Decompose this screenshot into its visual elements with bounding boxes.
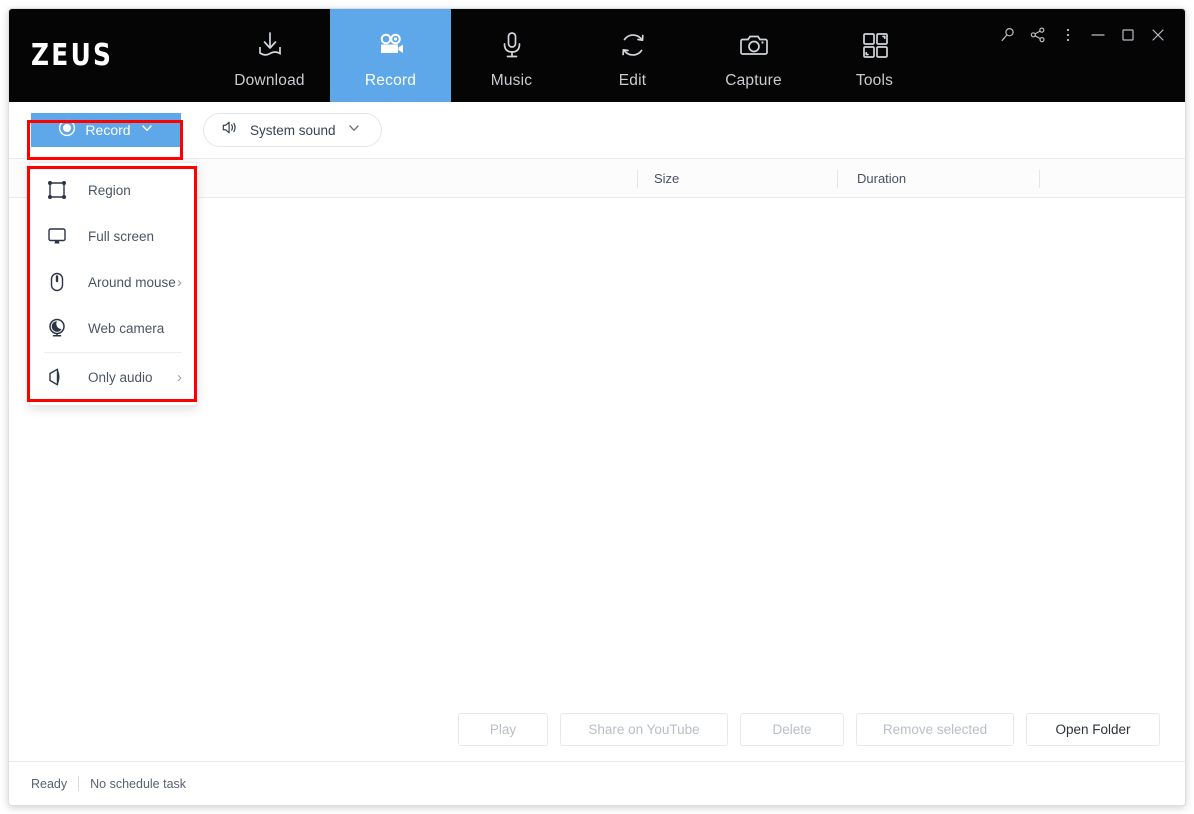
open-folder-button[interactable]: Open Folder: [1026, 712, 1160, 746]
microphone-icon: [494, 25, 530, 65]
column-divider: [837, 170, 838, 188]
column-header-duration[interactable]: Duration: [857, 171, 906, 186]
refresh-icon: [615, 25, 651, 65]
audio-source-label: System sound: [250, 122, 336, 138]
menu-item-around-mouse[interactable]: Around mouse ›: [30, 259, 196, 305]
camera-icon: [736, 25, 772, 65]
action-button-bar: Play Share on YouTube Delete Remove sele…: [9, 697, 1185, 761]
menu-item-label: Only audio: [88, 369, 153, 385]
menu-item-label: Around mouse: [88, 274, 176, 290]
menu-item-region[interactable]: Region: [30, 167, 196, 213]
record-dot-icon: [58, 119, 76, 142]
main-navigation: Download Record Music Edit Capture Tools: [209, 9, 935, 102]
delete-button[interactable]: Delete: [740, 712, 844, 746]
minimize-icon[interactable]: [1083, 21, 1113, 49]
menu-item-label: Region: [88, 182, 131, 198]
share-icon[interactable]: [1023, 21, 1053, 49]
column-divider: [637, 170, 638, 188]
chevron-right-icon: ›: [177, 368, 182, 386]
nav-tab-label: Music: [490, 72, 533, 89]
audio-speaker-icon: [46, 366, 76, 388]
nav-tab-label: Tools: [855, 72, 894, 89]
nav-tab-label: Edit: [618, 72, 647, 89]
nav-tab-label: Download: [234, 72, 305, 89]
nav-tab-edit[interactable]: Edit: [572, 9, 693, 102]
window-controls: [993, 21, 1173, 49]
chevron-down-icon: [140, 121, 154, 140]
nav-tab-download[interactable]: Download: [209, 9, 330, 102]
title-bar: ZEUS Download Record Music Edit Capture …: [9, 9, 1185, 102]
search-icon[interactable]: [993, 21, 1023, 49]
mouse-icon: [46, 271, 76, 293]
audio-source-button[interactable]: System sound: [203, 113, 382, 147]
column-header-size[interactable]: Size: [654, 171, 679, 186]
close-icon[interactable]: [1143, 21, 1173, 49]
nav-tab-record[interactable]: Record: [330, 9, 451, 102]
grid-apps-icon: [857, 25, 893, 65]
menu-item-label: Full screen: [88, 228, 155, 244]
menu-item-only-audio[interactable]: Only audio ›: [30, 354, 196, 400]
menu-item-full-screen[interactable]: Full screen: [30, 213, 196, 259]
menu-separator: [44, 352, 182, 353]
maximize-icon[interactable]: [1113, 21, 1143, 49]
video-camera-icon: [373, 25, 409, 65]
record-mode-menu: Region Full screen Around mouse › Web ca…: [29, 162, 197, 406]
chevron-right-icon: ›: [177, 273, 182, 291]
record-toolbar: Record System sound: [9, 102, 1185, 158]
column-divider: [1039, 170, 1040, 188]
app-logo: ZEUS: [9, 9, 209, 102]
chevron-down-icon: [347, 121, 361, 140]
schedule-task-text: No schedule task: [90, 776, 187, 791]
application-window: ZEUS Download Record Music Edit Capture …: [8, 8, 1186, 806]
status-bar: Ready No schedule task: [9, 761, 1185, 805]
monitor-icon: [46, 225, 76, 247]
share-on-youtube-button[interactable]: Share on YouTube: [560, 712, 728, 746]
record-mode-button[interactable]: Record: [31, 113, 181, 147]
download-icon: [252, 25, 288, 65]
menu-item-label: Web camera: [88, 320, 165, 336]
record-button-label: Record: [85, 122, 131, 138]
play-button[interactable]: Play: [458, 712, 548, 746]
nav-tab-tools[interactable]: Tools: [814, 9, 935, 102]
status-divider: [78, 776, 80, 791]
nav-tab-label: Capture: [725, 72, 782, 89]
menu-item-web-camera[interactable]: Web camera: [30, 305, 196, 351]
nav-tab-label: Record: [364, 72, 417, 89]
region-select-icon: [46, 179, 76, 201]
nav-tab-music[interactable]: Music: [451, 9, 572, 102]
app-logo-text: ZEUS: [31, 38, 114, 73]
speaker-icon: [220, 118, 239, 142]
status-text: Ready: [31, 776, 68, 791]
nav-tab-capture[interactable]: Capture: [693, 9, 814, 102]
remove-selected-button[interactable]: Remove selected: [856, 712, 1014, 746]
more-options-icon[interactable]: [1053, 21, 1083, 49]
webcam-icon: [46, 317, 76, 339]
